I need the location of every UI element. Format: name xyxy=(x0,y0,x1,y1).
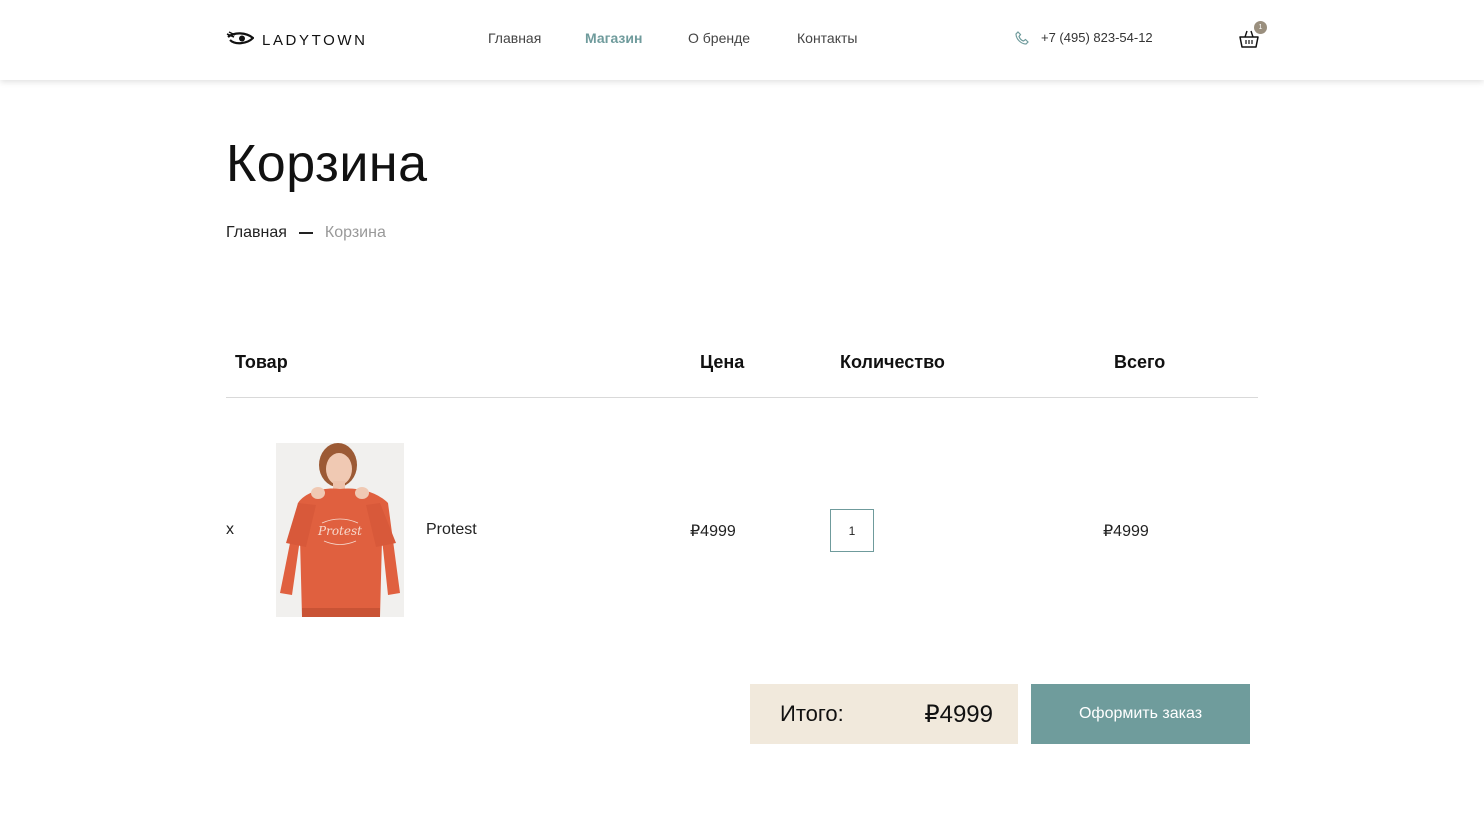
cart-count-badge: 1 xyxy=(1254,21,1267,34)
column-header-price: Цена xyxy=(700,352,745,372)
column-header-product: Товар xyxy=(235,352,288,372)
svg-text:Protest: Protest xyxy=(317,524,362,538)
phone-number: +7 (495) 823-54-12 xyxy=(1041,30,1153,45)
nav-item-home[interactable]: Главная xyxy=(488,30,541,46)
phone-icon xyxy=(1015,30,1029,45)
breadcrumb-home-link[interactable]: Главная xyxy=(226,224,287,242)
order-summary: Итого: ₽4999 xyxy=(750,684,1018,744)
breadcrumb: Главная Корзина xyxy=(226,224,386,242)
phone-link[interactable]: +7 (495) 823-54-12 xyxy=(1015,30,1153,45)
product-image[interactable]: Protest xyxy=(276,443,404,617)
column-header-total: Всего xyxy=(1114,352,1166,372)
summary-total-value: ₽4999 xyxy=(924,701,993,728)
breadcrumb-current: Корзина xyxy=(324,224,386,241)
table-divider xyxy=(226,397,1258,398)
page-title: Корзина xyxy=(226,135,428,193)
remove-item-button[interactable]: x xyxy=(226,521,234,539)
item-price: ₽4999 xyxy=(690,523,736,540)
nav-item-shop[interactable]: Магазин xyxy=(585,30,642,46)
checkout-button[interactable]: Оформить заказ xyxy=(1031,684,1250,744)
breadcrumb-separator xyxy=(298,232,313,234)
summary-label: Итого: xyxy=(780,701,844,726)
column-header-quantity: Количество xyxy=(840,352,945,372)
product-name[interactable]: Protest xyxy=(426,521,477,539)
site-header: LADYTOWN Главная Магазин О бренде Контак… xyxy=(0,0,1484,80)
nav-item-brand[interactable]: О бренде xyxy=(688,30,750,46)
quantity-input[interactable] xyxy=(830,509,874,552)
product-photo-sweatshirt: Protest xyxy=(276,443,404,617)
nav-item-contacts[interactable]: Контакты xyxy=(797,30,857,46)
item-total: ₽4999 xyxy=(1103,523,1149,540)
